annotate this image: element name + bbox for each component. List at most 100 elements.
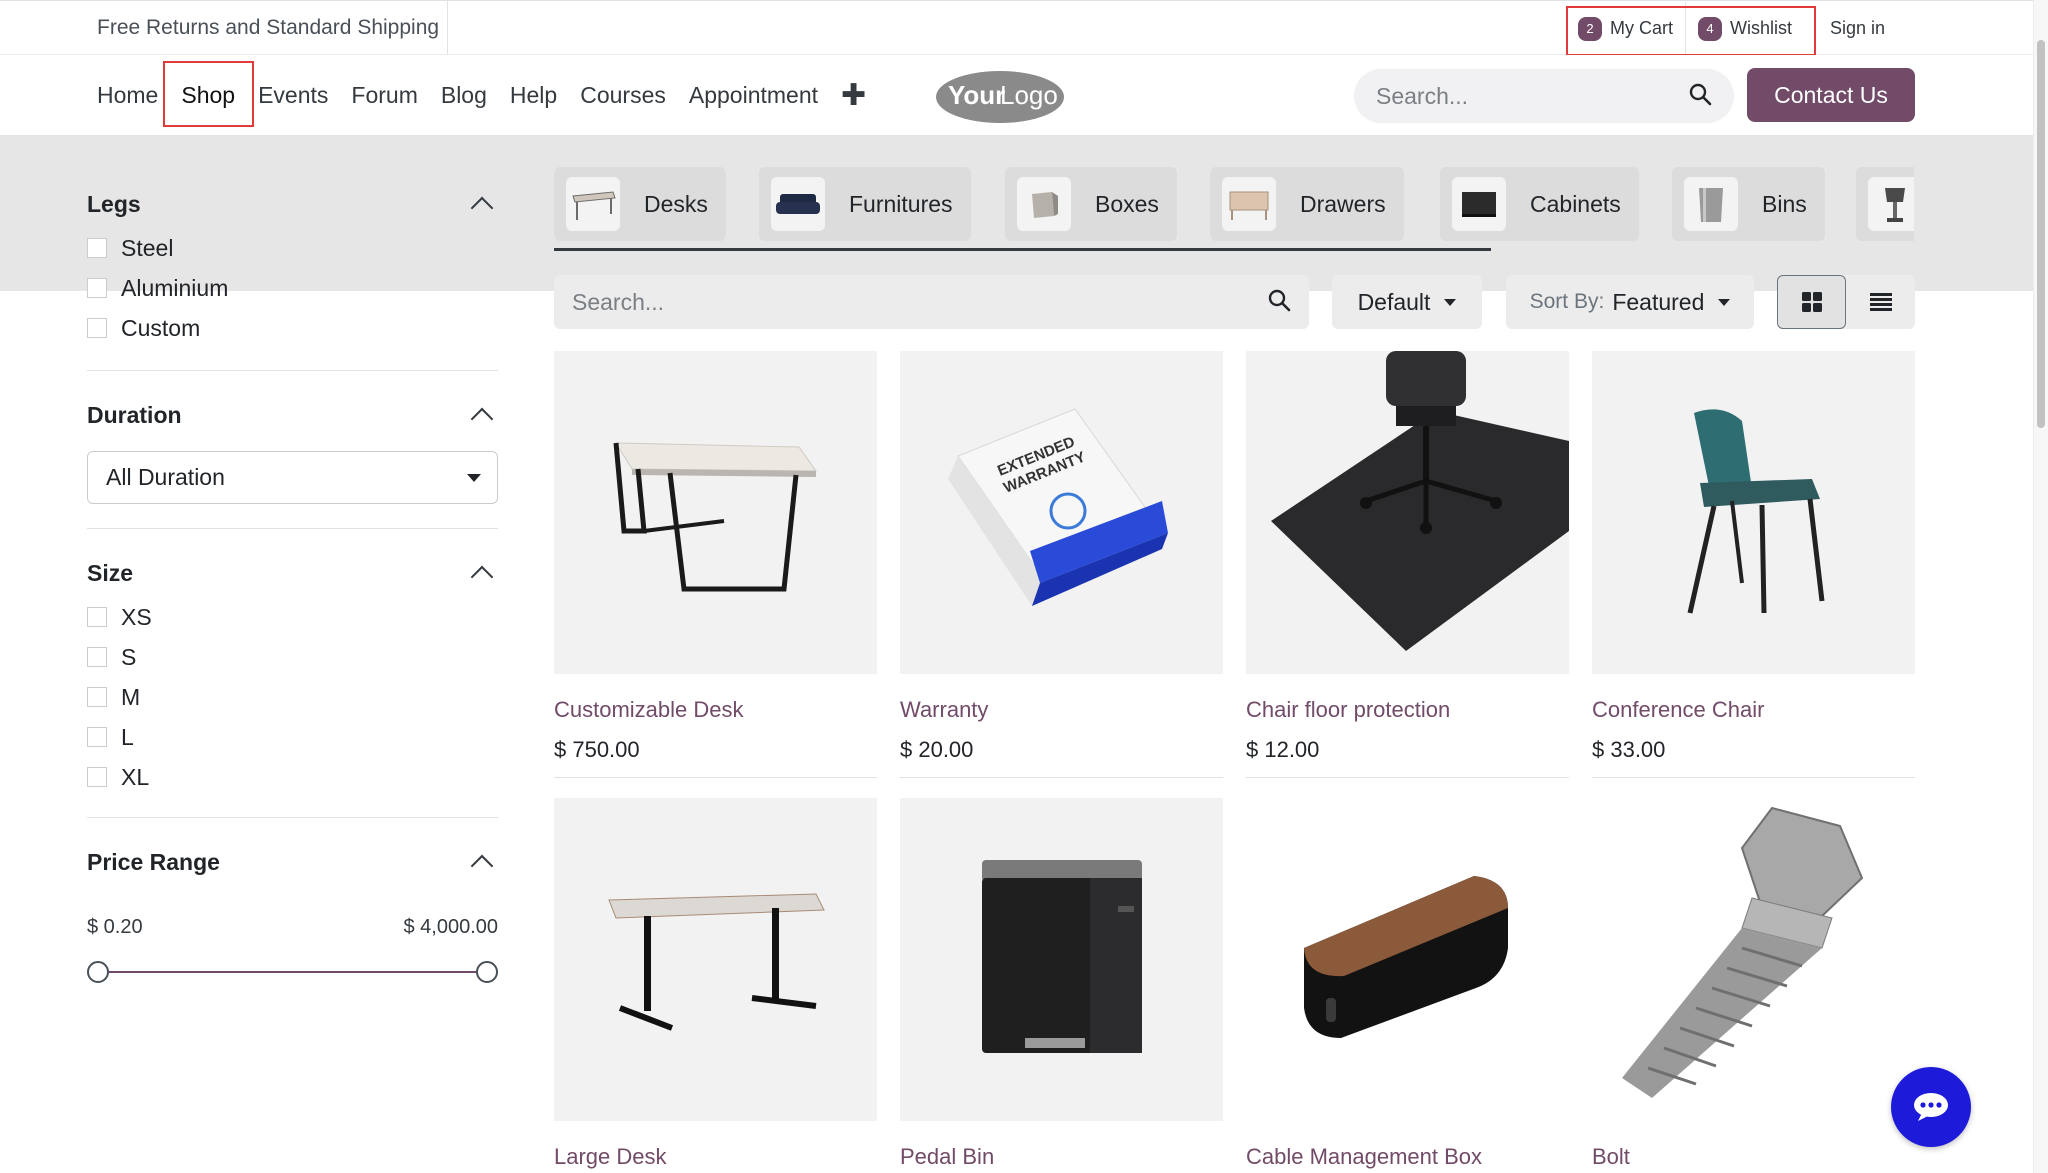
price-range-labels: $ 0.20 $ 4,000.00 (87, 916, 498, 939)
product-image[interactable] (1246, 351, 1569, 674)
size-option-m[interactable]: M (87, 677, 498, 717)
facet-duration-title: Duration (87, 401, 182, 428)
category-boxes[interactable]: Boxes (1005, 167, 1177, 241)
box-thumbnail (1017, 177, 1071, 231)
category-furnitures[interactable]: Furnitures (759, 167, 971, 241)
checkbox[interactable] (87, 238, 107, 258)
checkbox[interactable] (87, 647, 107, 667)
header-search-placeholder: Search... (1376, 82, 1469, 109)
option-label: L (121, 723, 134, 750)
legs-option-steel[interactable]: Steel (87, 228, 498, 268)
category-desks[interactable]: Desks (554, 167, 726, 241)
chevron-up-icon[interactable] (470, 854, 494, 878)
nav-home[interactable]: Home (97, 82, 158, 109)
nav-events[interactable]: Events (258, 82, 328, 109)
caret-down-icon (1444, 298, 1457, 306)
sign-in-link[interactable]: Sign in (1818, 1, 1897, 56)
nav-help[interactable]: Help (510, 82, 557, 109)
checkbox[interactable] (87, 607, 107, 627)
bin-thumbnail (1684, 177, 1738, 231)
product-card[interactable]: Large Desk (554, 798, 877, 1172)
size-option-xs[interactable]: XS (87, 597, 498, 637)
product-image[interactable] (554, 798, 877, 1121)
checkbox[interactable] (87, 727, 107, 747)
product-search-input[interactable]: Search... (554, 275, 1309, 329)
legs-option-aluminium[interactable]: Aluminium (87, 268, 498, 308)
search-icon[interactable] (1267, 288, 1291, 317)
category-lamps[interactable] (1856, 167, 1914, 241)
sort-prefix: Sort By: (1529, 290, 1605, 313)
product-name[interactable]: Cable Management Box (1246, 1144, 1569, 1172)
grid-view-button[interactable] (1777, 275, 1846, 329)
duration-select[interactable]: All Duration (87, 451, 498, 504)
category-bins[interactable]: Bins (1672, 167, 1825, 241)
main-navbar: Home Shop Events Forum Blog Help Courses… (0, 55, 2048, 135)
sort-dropdown[interactable]: Sort By: Featured (1506, 275, 1754, 329)
chevron-up-icon[interactable] (470, 407, 494, 431)
facet-duration-header[interactable]: Duration (87, 391, 498, 439)
category-cabinets[interactable]: Cabinets (1440, 167, 1639, 241)
search-icon[interactable] (1688, 82, 1712, 111)
product-card[interactable]: Bolt (1592, 798, 1915, 1172)
checkbox[interactable] (87, 767, 107, 787)
product-image[interactable] (1592, 798, 1915, 1121)
product-card[interactable]: Customizable Desk $ 750.00 (554, 351, 877, 778)
product-name[interactable]: Pedal Bin (900, 1144, 1223, 1172)
size-option-xl[interactable]: XL (87, 757, 498, 797)
facet-price-header[interactable]: Price Range (87, 838, 498, 886)
nav-courses[interactable]: Courses (580, 82, 666, 109)
nav-blog[interactable]: Blog (441, 82, 487, 109)
product-card[interactable]: Pedal Bin (900, 798, 1223, 1172)
category-carousel: Desks Furnitures Boxes Drawers Cabinets … (554, 167, 1914, 251)
category-drawers[interactable]: Drawers (1210, 167, 1404, 241)
site-logo[interactable]: Your Logo (930, 66, 1070, 124)
product-name[interactable]: Large Desk (554, 1144, 877, 1172)
list-view-button[interactable] (1846, 275, 1915, 329)
product-name[interactable]: Customizable Desk (554, 697, 877, 725)
card-divider (554, 777, 877, 778)
plus-icon[interactable]: ✚ (841, 78, 866, 113)
legs-option-custom[interactable]: Custom (87, 308, 498, 348)
chevron-up-icon[interactable] (470, 196, 494, 220)
facet-price-title: Price Range (87, 848, 220, 875)
category-label: Desks (644, 190, 708, 217)
pricelist-dropdown[interactable]: Default (1332, 275, 1482, 329)
price-range-max-handle[interactable] (476, 961, 498, 983)
product-image[interactable] (900, 798, 1223, 1121)
checkbox[interactable] (87, 278, 107, 298)
header-search-input[interactable]: Search... (1354, 69, 1734, 123)
facet-size-header[interactable]: Size (87, 549, 498, 597)
size-option-s[interactable]: S (87, 637, 498, 677)
product-name[interactable]: Warranty (900, 697, 1223, 725)
option-label: XS (121, 603, 152, 630)
facet-legs: Legs Steel Aluminium Custom (87, 180, 498, 371)
facet-legs-header[interactable]: Legs (87, 180, 498, 228)
cart-wishlist-highlight (1566, 6, 1816, 56)
product-name[interactable]: Conference Chair (1592, 697, 1915, 725)
option-label: S (121, 643, 137, 670)
nav-appointment[interactable]: Appointment (689, 82, 818, 109)
contact-us-button[interactable]: Contact Us (1747, 68, 1915, 122)
product-name[interactable]: Chair floor protection (1246, 697, 1569, 725)
price-range-slider[interactable] (87, 953, 498, 993)
product-image[interactable]: EXTENDED WARRANTY (900, 351, 1223, 674)
product-card[interactable]: Cable Management Box (1246, 798, 1569, 1172)
checkbox[interactable] (87, 687, 107, 707)
page-scrollbar-thumb[interactable] (2037, 40, 2045, 428)
product-card[interactable]: EXTENDED WARRANTY Warranty $ 20.00 (900, 351, 1223, 778)
size-option-l[interactable]: L (87, 717, 498, 757)
product-card[interactable]: Conference Chair $ 33.00 (1592, 351, 1915, 778)
product-image[interactable] (1592, 351, 1915, 674)
checkbox[interactable] (87, 318, 107, 338)
drawer-thumbnail (1222, 177, 1276, 231)
price-range-min-handle[interactable] (87, 961, 109, 983)
chevron-up-icon[interactable] (470, 565, 494, 589)
product-card[interactable]: Chair floor protection $ 12.00 (1246, 351, 1569, 778)
product-image[interactable] (1246, 798, 1569, 1121)
card-divider (1246, 777, 1569, 778)
product-name[interactable]: Bolt (1592, 1144, 1915, 1172)
product-image[interactable] (554, 351, 877, 674)
live-chat-button[interactable] (1891, 1067, 1971, 1147)
nav-forum[interactable]: Forum (351, 82, 417, 109)
caret-down-icon (1718, 298, 1731, 306)
